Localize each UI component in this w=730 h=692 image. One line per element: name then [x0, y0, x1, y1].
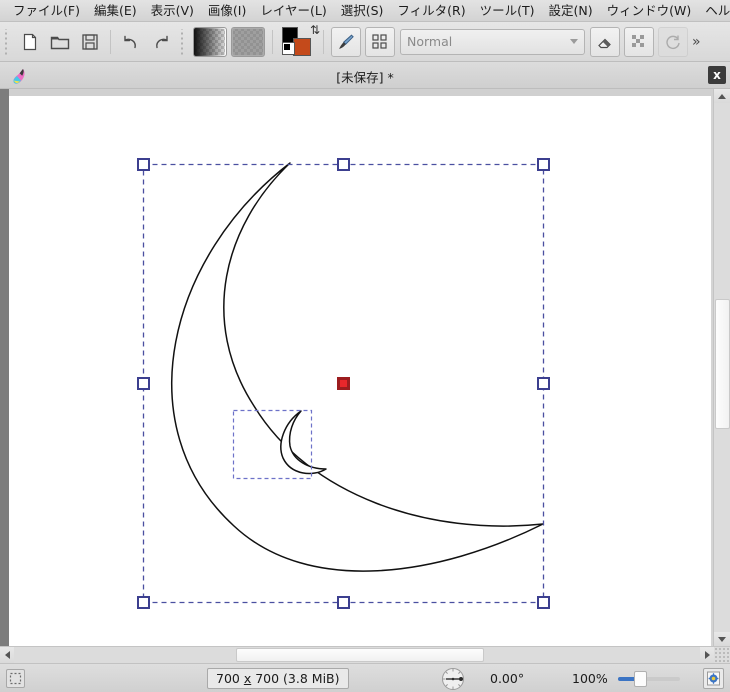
reset-icon — [666, 35, 680, 49]
rotation-dial-icon[interactable] — [441, 667, 465, 691]
image-size-pre: 700 — [216, 671, 244, 686]
handle-top-left[interactable] — [137, 158, 150, 171]
menu-image[interactable]: 画像(I) — [201, 1, 253, 21]
new-file-icon — [23, 33, 37, 50]
reset-button[interactable] — [658, 26, 688, 57]
save-icon — [82, 33, 98, 50]
document-title: [未保存] * — [336, 70, 394, 85]
vertical-ruler[interactable] — [0, 89, 9, 646]
triangle-down-icon — [718, 636, 726, 642]
folder-icon — [50, 36, 70, 49]
scroll-up-button[interactable] — [714, 89, 730, 103]
toolbar-grip-2[interactable] — [179, 28, 188, 55]
horizontal-scrollbar[interactable] — [0, 646, 730, 663]
scroll-left-button[interactable] — [0, 647, 14, 663]
image-canvas[interactable] — [9, 96, 711, 646]
chevron-down-icon — [570, 39, 578, 44]
undo-arrow-icon — [124, 35, 136, 48]
active-tool-button[interactable] — [331, 26, 361, 57]
small-crescent — [280, 410, 327, 475]
scroll-down-button[interactable] — [714, 632, 730, 646]
navigation-icon — [707, 671, 720, 686]
menu-bar: ファイル(F) 編集(E) 表示(V) 画像(I) レイヤー(L) 選択(S) … — [0, 0, 730, 22]
quick-mask-button[interactable] — [6, 669, 25, 688]
resize-grip[interactable] — [714, 647, 730, 663]
vertical-scrollbar[interactable] — [713, 89, 730, 646]
close-icon[interactable]: x — [708, 66, 726, 84]
image-size-label: 700 x 700 (3.8 MiB) — [207, 668, 349, 689]
zoom-slider[interactable] — [618, 671, 680, 687]
gimp-window: ファイル(F) 編集(E) 表示(V) 画像(I) レイヤー(L) 選択(S) … — [0, 0, 730, 692]
open-image-button[interactable] — [46, 28, 74, 56]
handle-bottom-right[interactable] — [537, 596, 550, 609]
zoom-level-value[interactable]: 100% — [572, 671, 608, 686]
canvas-drawing — [142, 162, 545, 604]
blend-mode-label: Normal — [407, 34, 453, 49]
blend-mode-select[interactable]: Normal — [400, 28, 585, 55]
triangle-up-icon — [718, 93, 726, 99]
menu-file[interactable]: ファイル(F) — [6, 1, 87, 21]
pattern-button[interactable] — [365, 26, 395, 57]
horizontal-ruler[interactable] — [9, 89, 721, 96]
zoom-slider-handle[interactable] — [634, 671, 647, 687]
menu-settings[interactable]: 設定(N) — [542, 1, 600, 21]
menu-windows[interactable]: ウィンドウ(W) — [600, 1, 699, 21]
active-brush-swatch[interactable] — [231, 26, 265, 57]
image-size-post: 700 (3.8 MiB) — [251, 671, 340, 686]
background-color-swatch[interactable] — [293, 37, 311, 56]
selection-icon — [9, 672, 22, 685]
handle-top-center[interactable] — [337, 158, 350, 171]
status-bar: 700 x 700 (3.8 MiB) 0.00° 100% — [0, 663, 730, 692]
navigation-preview-button[interactable] — [703, 668, 724, 689]
triangle-right-icon — [704, 651, 710, 659]
canvas-area — [0, 89, 730, 663]
redo-arrow-icon — [156, 35, 168, 48]
default-colors-icon[interactable] — [282, 41, 295, 55]
rotation-pivot-marker[interactable] — [337, 377, 350, 390]
menu-filters[interactable]: フィルタ(R) — [390, 1, 472, 21]
menu-edit[interactable]: 編集(E) — [87, 1, 144, 21]
large-crescent — [171, 162, 544, 572]
toolbar-overflow-button[interactable]: » — [692, 34, 701, 50]
handle-bottom-left[interactable] — [137, 596, 150, 609]
save-image-button[interactable] — [76, 28, 104, 56]
rotation-angle-value[interactable]: 0.00° — [490, 671, 524, 686]
toolbar-separator-3 — [323, 29, 324, 54]
document-title-bar: [未保存] * x — [0, 62, 730, 89]
handle-bottom-center[interactable] — [337, 596, 350, 609]
redo-button[interactable] — [147, 28, 175, 56]
handle-middle-left[interactable] — [137, 377, 150, 390]
menu-help[interactable]: ヘルプ(H) — [698, 1, 730, 21]
toolbar-separator-1 — [110, 29, 111, 54]
toolbar-grip[interactable] — [3, 28, 12, 55]
new-image-button[interactable] — [16, 28, 44, 56]
undo-button[interactable] — [117, 28, 145, 56]
triangle-left-icon — [4, 651, 10, 659]
pattern-icon — [372, 33, 387, 49]
menu-select[interactable]: 選択(S) — [334, 1, 391, 21]
eraser-toggle-button[interactable] — [590, 26, 620, 57]
horizontal-scroll-thumb[interactable] — [236, 648, 484, 662]
handle-middle-right[interactable] — [537, 377, 550, 390]
transparency-icon — [632, 34, 644, 47]
vertical-scroll-thumb[interactable] — [715, 299, 730, 429]
foreground-background-colors[interactable]: ⇅ — [282, 24, 320, 57]
transparency-toggle-button[interactable] — [624, 26, 654, 57]
toolbar-separator-2 — [272, 29, 273, 54]
handle-top-right[interactable] — [537, 158, 550, 171]
menu-view[interactable]: 表示(V) — [144, 1, 201, 21]
paintbrush-icon — [339, 34, 354, 49]
eraser-icon — [598, 38, 611, 48]
menu-tools[interactable]: ツール(T) — [473, 1, 542, 21]
tool-bar: ⇅ Normal » — [0, 22, 730, 62]
menu-layer[interactable]: レイヤー(L) — [253, 1, 333, 21]
swap-colors-icon[interactable]: ⇅ — [310, 24, 320, 36]
active-gradient-swatch[interactable] — [193, 26, 227, 57]
scroll-right-button[interactable] — [700, 647, 714, 663]
